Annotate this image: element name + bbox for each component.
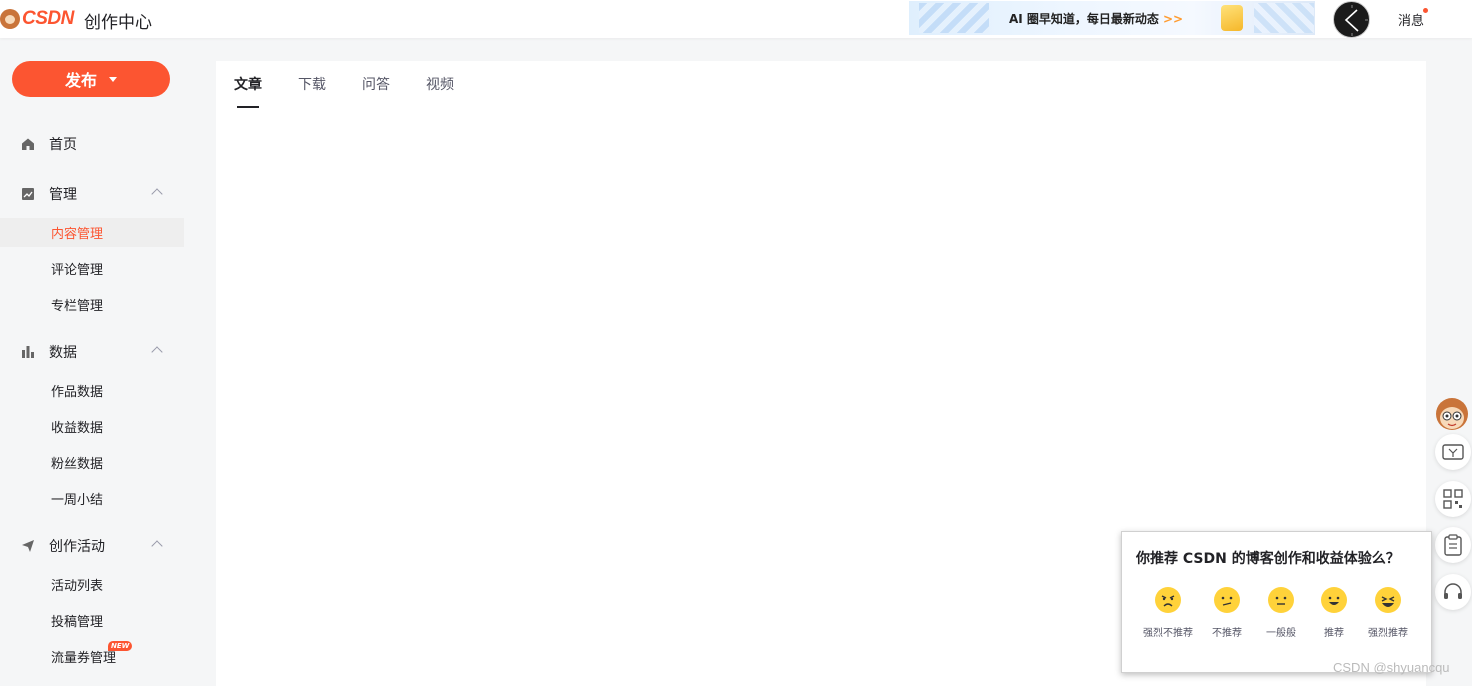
option-label: 推荐 bbox=[1324, 628, 1344, 639]
feedback-survey: 你推荐 CSDN 的博客创作和收益体验么？ 强烈不推荐 不推荐 一般般 推荐 强… bbox=[1121, 531, 1432, 673]
qrcode-button[interactable] bbox=[1435, 481, 1471, 517]
sidebar-item-content-manage[interactable]: 内容管理 bbox=[0, 218, 184, 247]
headset-icon bbox=[1444, 583, 1462, 599]
csdn-logo[interactable]: CSDN bbox=[0, 8, 74, 30]
unread-dot bbox=[1423, 8, 1428, 13]
sidebar-item-activity-list[interactable]: 活动列表 bbox=[0, 570, 184, 599]
chevron-up-icon[interactable] bbox=[151, 540, 163, 552]
clipboard-icon bbox=[1444, 534, 1462, 556]
banner-text: AI 圈早知道，每日最新动态 >> bbox=[1009, 10, 1183, 27]
sidebar-group-data[interactable]: 数据 bbox=[0, 337, 184, 367]
item-label: 活动列表 bbox=[51, 579, 104, 594]
logo-text: CSDN bbox=[22, 8, 74, 29]
banner-decoration-right bbox=[1254, 3, 1314, 33]
sidebar-group-manage[interactable]: 管理 bbox=[0, 179, 184, 209]
ai-news-banner[interactable]: AI 圈早知道，每日最新动态 >> bbox=[909, 1, 1315, 35]
item-label: 粉丝数据 bbox=[51, 457, 104, 472]
support-button[interactable] bbox=[1435, 574, 1471, 610]
new-badge: NEW bbox=[108, 641, 133, 651]
messages-link[interactable]: 消息 bbox=[1398, 10, 1424, 29]
top-header: CSDN 创作中心 AI 圈早知道，每日最新动态 >> 消息 bbox=[0, 0, 1472, 38]
qrcode-icon bbox=[1443, 489, 1463, 509]
item-label: 作品数据 bbox=[51, 385, 104, 400]
item-label: 收益数据 bbox=[51, 421, 104, 436]
item-label: 评论管理 bbox=[51, 263, 104, 278]
tab-videos[interactable]: 视频 bbox=[426, 74, 454, 94]
chevron-up-icon[interactable] bbox=[151, 346, 163, 358]
emoji-angry-icon[interactable] bbox=[1155, 587, 1181, 613]
clipboard-button[interactable] bbox=[1435, 527, 1471, 563]
sidebar-group-activities[interactable]: 创作活动 bbox=[0, 531, 184, 561]
content-tabs: 文章 下载 问答 视频 bbox=[234, 74, 490, 108]
option-label: 强烈不推荐 bbox=[1143, 628, 1193, 639]
option-label: 一般般 bbox=[1266, 628, 1296, 639]
avatar[interactable] bbox=[1333, 1, 1370, 38]
caret-down-icon bbox=[109, 76, 117, 82]
sidebar: 发布 首页 管理 内容管理 评论管理 专栏管理 数据 作品数据 收益数据 粉丝数… bbox=[0, 39, 200, 686]
option-label: 不推荐 bbox=[1212, 628, 1242, 639]
watermark: CSDN @shyuancqu bbox=[1333, 660, 1450, 675]
sidebar-item-comment-manage[interactable]: 评论管理 bbox=[0, 254, 184, 283]
sidebar-item-traffic-coupons[interactable]: 流量券管理 NEW bbox=[0, 641, 184, 671]
home-icon bbox=[22, 138, 34, 150]
group-label: 创作活动 bbox=[49, 539, 105, 555]
item-label: 专栏管理 bbox=[51, 299, 104, 314]
banner-label: AI 圈早知道，每日最新动态 bbox=[1009, 12, 1159, 26]
emoji-happy-icon[interactable] bbox=[1321, 587, 1347, 613]
item-label: 一周小结 bbox=[51, 493, 104, 508]
coupon-button[interactable] bbox=[1435, 434, 1471, 470]
app-title: 创作中心 bbox=[84, 13, 152, 33]
publish-label: 发布 bbox=[64, 71, 97, 90]
bar-chart-icon bbox=[22, 346, 34, 358]
mascot-icon bbox=[0, 9, 20, 29]
sidebar-item-weekly-summary[interactable]: 一周小结 bbox=[0, 484, 184, 513]
tab-articles[interactable]: 文章 bbox=[234, 74, 262, 108]
coupon-icon bbox=[1442, 444, 1464, 460]
item-label: 投稿管理 bbox=[51, 615, 104, 630]
option-label: 强烈推荐 bbox=[1368, 628, 1408, 639]
sidebar-item-works-data[interactable]: 作品数据 bbox=[0, 376, 184, 405]
tab-qa[interactable]: 问答 bbox=[362, 74, 390, 94]
mascot-icon[interactable] bbox=[1428, 392, 1472, 436]
emoji-very-happy-icon[interactable] bbox=[1375, 587, 1401, 613]
sidebar-item-income-data[interactable]: 收益数据 bbox=[0, 412, 184, 441]
sidebar-item-fans-data[interactable]: 粉丝数据 bbox=[0, 448, 184, 477]
group-label: 数据 bbox=[49, 345, 77, 361]
home-label: 首页 bbox=[49, 137, 77, 153]
banner-decoration bbox=[919, 3, 989, 33]
sidebar-item-column-manage[interactable]: 专栏管理 bbox=[0, 290, 184, 319]
sidebar-item-submissions[interactable]: 投稿管理 bbox=[0, 606, 184, 635]
chart-line-icon bbox=[22, 188, 34, 200]
banner-arrow: >> bbox=[1162, 12, 1184, 26]
survey-title: 你推荐 CSDN 的博客创作和收益体验么？ bbox=[1136, 551, 1400, 567]
item-label: 内容管理 bbox=[51, 227, 104, 242]
banner-cube-icon bbox=[1221, 5, 1243, 31]
publish-button[interactable]: 发布 bbox=[12, 61, 170, 97]
chevron-up-icon[interactable] bbox=[151, 188, 163, 200]
emoji-unhappy-icon[interactable] bbox=[1214, 587, 1240, 613]
tab-downloads[interactable]: 下载 bbox=[298, 74, 326, 94]
emoji-neutral-icon[interactable] bbox=[1268, 587, 1294, 613]
item-label: 流量券管理 bbox=[51, 651, 117, 666]
paper-plane-icon bbox=[22, 540, 34, 552]
sidebar-item-home[interactable]: 首页 bbox=[0, 129, 184, 159]
group-label: 管理 bbox=[49, 187, 77, 203]
